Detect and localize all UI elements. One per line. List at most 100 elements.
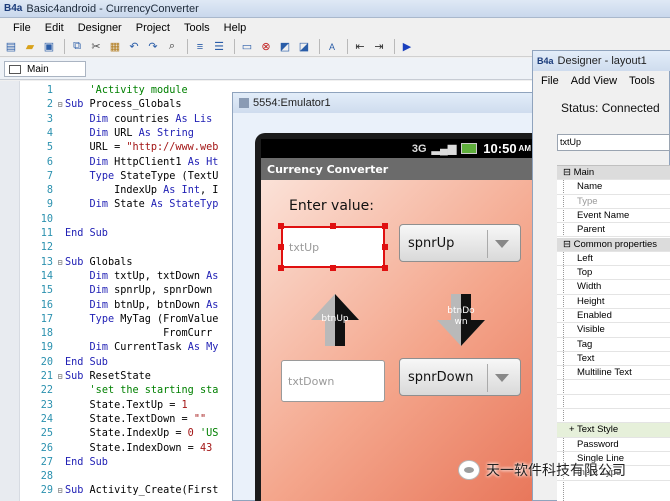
- code-token: Dim: [89, 156, 108, 168]
- code-token: Dim: [89, 342, 108, 354]
- code-token: countries: [107, 113, 176, 125]
- fold-toggle-icon[interactable]: ⊟: [55, 484, 65, 498]
- resize-handle[interactable]: [278, 223, 284, 229]
- property-row[interactable]: Parent: [557, 223, 670, 238]
- menu-designer[interactable]: Designer: [71, 22, 129, 34]
- designer-window: B4a Designer - layout1 File Add View Too…: [532, 50, 670, 501]
- open-folder-icon[interactable]: ▰: [22, 39, 38, 55]
- property-row[interactable]: Width: [557, 280, 670, 295]
- code-token: Int: [175, 185, 200, 197]
- line-number: 12: [40, 242, 53, 254]
- property-row[interactable]: Password: [557, 438, 670, 452]
- menu-project[interactable]: Project: [129, 22, 177, 34]
- paste-icon[interactable]: ▦: [107, 39, 123, 55]
- property-row[interactable]: Tag: [557, 338, 670, 352]
- property-row[interactable]: Type: [557, 195, 670, 209]
- next-bookmark-icon[interactable]: ◩: [277, 39, 293, 55]
- property-row[interactable]: + Text Style: [557, 423, 670, 438]
- menu-help[interactable]: Help: [217, 22, 254, 34]
- property-row[interactable]: [557, 381, 670, 395]
- resize-handle[interactable]: [278, 265, 284, 271]
- module-icon: [9, 64, 21, 74]
- align-icon[interactable]: ≡: [192, 39, 208, 55]
- designer-menu-add-view[interactable]: Add View: [571, 75, 617, 87]
- property-row[interactable]: Multiline Text: [557, 366, 670, 381]
- spinner-down[interactable]: spnrDown: [399, 358, 521, 396]
- btn-up[interactable]: btnUp: [309, 292, 361, 348]
- line-number: 10: [40, 213, 53, 225]
- resize-handle[interactable]: [330, 265, 336, 271]
- code-token: As: [150, 199, 164, 211]
- prev-bookmark-icon[interactable]: ◪: [296, 39, 312, 55]
- line-number: 11: [40, 228, 53, 239]
- run-icon[interactable]: ▶: [399, 39, 415, 55]
- ide-titlebar[interactable]: B4a Basic4android - CurrencyConverter: [0, 0, 670, 18]
- property-row[interactable]: Event Name: [557, 209, 670, 224]
- resize-handle[interactable]: [382, 223, 388, 229]
- txt-down-input[interactable]: txtDown: [281, 360, 385, 402]
- btn-down[interactable]: btnDo wn: [435, 292, 487, 348]
- module-selector[interactable]: Main: [4, 61, 86, 77]
- undo-icon[interactable]: ↶: [126, 39, 142, 55]
- watermark-text: 天一软件科技有限公司: [486, 463, 626, 479]
- property-row[interactable]: Visible: [557, 323, 670, 338]
- redo-icon[interactable]: ↷: [145, 39, 161, 55]
- outdent-icon[interactable]: ⇤: [352, 39, 368, 55]
- menu-edit[interactable]: Edit: [38, 22, 71, 34]
- designer-menu-tools[interactable]: Tools: [629, 75, 655, 87]
- find-icon[interactable]: ⌕: [164, 39, 180, 55]
- property-row[interactable]: Name: [557, 180, 670, 195]
- emulator-titlebar[interactable]: 5554:Emulator1: [233, 93, 535, 113]
- fold-toggle-icon[interactable]: ⊟: [55, 370, 65, 384]
- property-row[interactable]: Top: [557, 266, 670, 281]
- property-row[interactable]: ⊟ Common properties: [557, 237, 670, 252]
- designer-menu-file[interactable]: File: [541, 75, 559, 87]
- txt-up-input[interactable]: txtUp: [281, 226, 385, 268]
- fold-toggle-icon[interactable]: ⊟: [55, 98, 65, 112]
- copy-icon[interactable]: ⧉: [69, 39, 85, 55]
- menu-tools[interactable]: Tools: [177, 22, 217, 34]
- new-file-icon[interactable]: ▤: [3, 39, 19, 55]
- comment-block-icon[interactable]: ▭: [239, 39, 255, 55]
- code-token: As: [187, 342, 200, 354]
- network-3g-icon: 3G: [411, 142, 427, 155]
- property-row[interactable]: Height: [557, 295, 670, 309]
- line-number: 22: [40, 385, 53, 397]
- indent-icon[interactable]: ☰: [211, 39, 227, 55]
- property-row[interactable]: Text: [557, 352, 670, 367]
- menu-file[interactable]: File: [6, 22, 38, 34]
- code-token: As: [206, 270, 219, 282]
- btn-up-label: btnUp: [321, 314, 349, 324]
- code-token: State.TextUp =: [65, 399, 182, 411]
- line-number: 1: [46, 85, 53, 96]
- property-row[interactable]: [557, 395, 670, 410]
- app-screen: Enter value: txtUp spnrUp btnUp btnDo wn…: [261, 180, 537, 501]
- view-selector[interactable]: txtUp: [557, 134, 670, 151]
- toolbar-separator: [187, 39, 188, 54]
- property-row[interactable]: [557, 409, 670, 424]
- spinner-up[interactable]: spnrUp: [399, 224, 521, 262]
- designer-titlebar[interactable]: B4a Designer - layout1: [533, 51, 670, 71]
- cut-icon[interactable]: ✂: [88, 39, 104, 55]
- resize-handle[interactable]: [278, 244, 284, 250]
- resize-handle[interactable]: [382, 244, 388, 250]
- property-row[interactable]: ⊟ Main: [557, 166, 670, 181]
- save-icon[interactable]: ▣: [41, 39, 57, 55]
- property-row[interactable]: Left: [557, 252, 670, 267]
- indent-right-icon[interactable]: ⇥: [371, 39, 387, 55]
- code-token: HttpClient1: [107, 156, 188, 168]
- properties-grid[interactable]: ⊟ Main Name Type Event Name Parent ⊟ Common p…: [557, 165, 670, 501]
- font-size-icon[interactable]: A: [324, 39, 340, 55]
- property-row[interactable]: Enabled: [557, 309, 670, 324]
- code-token: 'Activity module: [89, 85, 188, 96]
- spinner-down-label: spnrDown: [408, 369, 474, 385]
- resize-handle[interactable]: [330, 223, 336, 229]
- code-token: txtUp, txtDown: [107, 270, 207, 282]
- fold-toggle-icon[interactable]: ⊟: [55, 256, 65, 270]
- resize-handle[interactable]: [382, 265, 388, 271]
- bookmark-icon[interactable]: ⊗: [258, 39, 274, 55]
- toolbar-separator: [234, 39, 235, 54]
